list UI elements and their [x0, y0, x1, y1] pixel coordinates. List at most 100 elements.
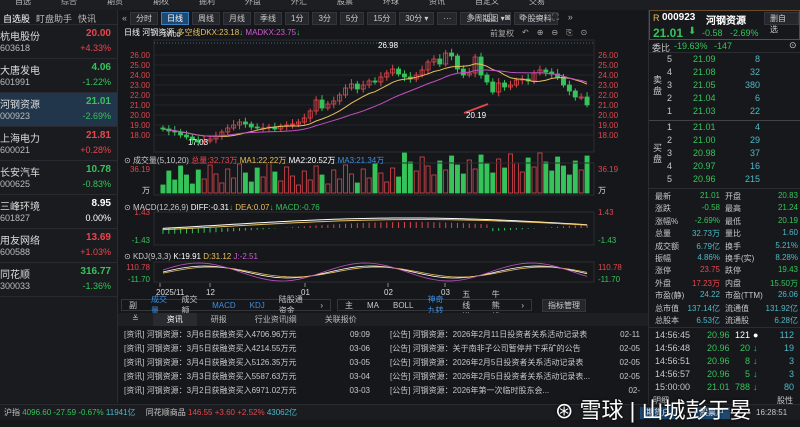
volume-bar: [237, 163, 242, 194]
volume-bar: [431, 174, 437, 194]
watchlist-item[interactable]: 三峰环境 601827 8.95 0.00%: [0, 195, 117, 229]
stock-price: 8.95: [91, 198, 111, 209]
y-tick-label: 19.00: [130, 121, 151, 130]
watchlist-item[interactable]: 长安汽车 000625 10.78 -0.83%: [0, 161, 117, 195]
volume-bar: [472, 168, 478, 194]
volume-bar: [466, 159, 472, 194]
asks-row: 2 21.04 6: [667, 93, 760, 103]
volume-bar: [378, 172, 384, 194]
watchlist-item[interactable]: 杭电股份 603618 20.00 +4.33%: [0, 25, 117, 59]
news-item[interactable]: [公告] 河钢资源：2026年2月5日投资者关系活动记录表... 02-05: [390, 370, 640, 384]
sector-name[interactable]: 同花顺商品: [146, 408, 186, 417]
tab-news[interactable]: 资讯: [152, 313, 197, 326]
news-item[interactable]: [资讯] 河钢资源：3月6日获融资买入4706.96万元 09:09: [124, 328, 370, 342]
watchlist-item[interactable]: 用友网络 600588 13.69 +1.03%: [0, 229, 117, 263]
y-tick-label: 24.00: [130, 71, 151, 80]
tab-monitor[interactable]: 盯盘助手: [33, 10, 75, 24]
news-item[interactable]: [公告] 河钢资源：关于南非子公司暂停井下采矿的公告 02-05: [390, 342, 640, 356]
main-indicator-bar: 主MABOLL神奇九转五线谱牛熊线›: [337, 290, 532, 321]
news-item[interactable]: [资讯] 河钢资源：3月5日获融资买入4214.55万元 03-06: [124, 342, 370, 356]
volume-bar: [455, 164, 460, 194]
news-item[interactable]: [公告] 河钢资源：2026年2月11日投资者关系活动记录表 02-11: [390, 328, 640, 342]
stock-price: 316.77: [80, 266, 111, 277]
axis-label-right: 36.19: [598, 165, 619, 174]
indicator-tab[interactable]: MACD: [205, 301, 243, 310]
tab-related[interactable]: 关联报价: [311, 313, 371, 326]
clock: 16:28:51: [756, 408, 788, 417]
tab-research[interactable]: 研报: [197, 313, 241, 326]
stock-change: 0.00%: [85, 213, 111, 223]
candle: [490, 81, 496, 93]
tab-flash[interactable]: 快讯: [75, 10, 99, 24]
indicator-tab[interactable]: KDJ: [243, 301, 272, 310]
watchlist-item[interactable]: 同花顺 300033 316.77 -1.36%: [0, 263, 117, 297]
indicator-tab[interactable]: MA: [360, 301, 386, 310]
remove-watchlist-button[interactable]: 删自选: [764, 12, 799, 34]
watermark: ⊛ 雪球 | 山城彭于晏: [555, 398, 752, 423]
candle: [502, 82, 508, 88]
stock-name: 河钢资源: [706, 16, 746, 27]
sector-value: 146.55: [188, 408, 213, 417]
volume-bar: [384, 181, 390, 194]
stock-name: 大唐发电: [0, 66, 40, 77]
index-amount: 11941亿: [105, 408, 136, 417]
volume-bar: [537, 152, 543, 194]
candle: [248, 123, 254, 128]
volume-bar: [396, 176, 402, 194]
y-tick-label: 22.00: [130, 91, 151, 100]
volume-bar: [549, 170, 555, 194]
indicator-tab[interactable]: ›: [313, 301, 330, 310]
indicator-tab[interactable]: 主: [338, 300, 360, 311]
menu-item[interactable]: 自选: [0, 0, 46, 10]
stock-change: +1.03%: [80, 247, 111, 257]
volume-bar: [407, 161, 413, 194]
volume-bar: [331, 169, 337, 194]
volume-bar: [290, 175, 295, 194]
candle: [184, 134, 189, 138]
watchlist-item[interactable]: 河钢资源 000923 21.01 -2.69%: [0, 93, 117, 127]
volume-bar: [519, 171, 525, 194]
tab-watchlist[interactable]: 自选股: [0, 10, 33, 24]
volume-bar: [449, 155, 455, 194]
candle: [584, 96, 590, 106]
stock-code: 600021: [0, 145, 31, 155]
candle: [460, 68, 466, 76]
volume-bar: [348, 173, 354, 194]
info-tabs: ≚ 资讯 研报 行业资讯|纲 关联报价: [118, 313, 648, 326]
volume-bar: [478, 154, 484, 194]
watchlist-item[interactable]: 上海电力 600021 21.81 +0.28%: [0, 127, 117, 161]
stat-row: 总股本 6.53亿 流通股 6.28亿: [655, 315, 798, 325]
watchlist-item[interactable]: 大唐发电 601991 4.06 -1.22%: [0, 59, 117, 93]
news-item[interactable]: [资讯] 河钢资源：3月4日获融资买入5126.35万元 03-05: [124, 356, 370, 370]
watchlist-panel: 自选股 盯盘助手 快讯 杭电股份 603618 20.00 +4.33% 大唐发电 601…: [0, 10, 118, 403]
weibi-row: 委比 -19.63% -147 ⊙: [649, 40, 800, 53]
stock-code: 300033: [0, 281, 31, 291]
indicator-manage-button[interactable]: 指标管理: [542, 299, 586, 312]
volume-bar: [543, 161, 549, 194]
axis-label: -1.43: [132, 236, 151, 245]
volume-bar: [425, 165, 431, 194]
news-item[interactable]: [资讯] 河钢资源：3月3日获融资买入5587.63万元 03-04: [124, 370, 370, 384]
news-item[interactable]: [公告] 河钢资源：2026年2月5日投资者关系活动记录表 02-05: [390, 356, 640, 370]
menu-item[interactable]: 综合: [46, 0, 92, 10]
axis-label: -11.70: [128, 275, 151, 284]
news-list: [资讯] 河钢资源：3月6日获融资买入4706.96万元 09:09 [资讯] 河钢…: [124, 328, 370, 398]
stock-price: 13.69: [85, 232, 111, 243]
volume-bar: [195, 169, 201, 194]
volume-bar: [278, 180, 284, 194]
bids-row: 2 21.00 29: [667, 135, 760, 145]
settings-icon[interactable]: ⊙: [789, 40, 797, 51]
indicator-tab[interactable]: ›: [514, 301, 531, 310]
tab-industry[interactable]: 行业资讯|纲: [241, 313, 311, 326]
news-item[interactable]: [资讯] 河钢资源：3月2日获融资买入6971.02万元 03-03: [124, 384, 370, 398]
volume-bar: [584, 155, 590, 194]
cursor-price: 27.00: [163, 32, 181, 39]
asks-row: 3 21.05 380: [667, 80, 760, 90]
volume-bar: [437, 160, 443, 194]
down-arrow-icon: ⬇: [688, 26, 697, 37]
collapse-icon[interactable]: ≚: [118, 313, 153, 326]
indicator-tab[interactable]: BOLL: [386, 301, 420, 310]
indicator-tab[interactable]: 副: [122, 300, 144, 311]
volume-bar: [555, 156, 561, 194]
index-name[interactable]: 沪指: [4, 408, 20, 417]
